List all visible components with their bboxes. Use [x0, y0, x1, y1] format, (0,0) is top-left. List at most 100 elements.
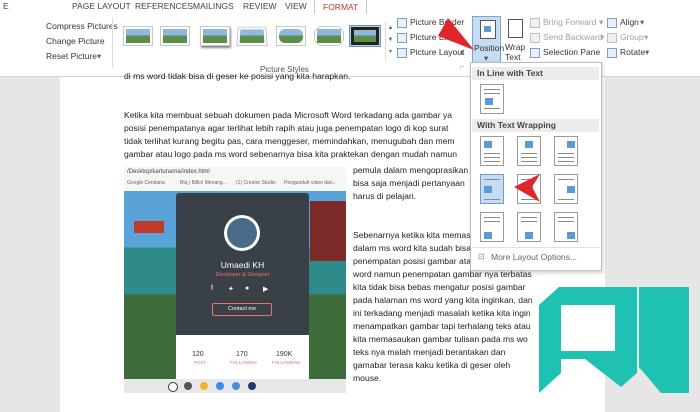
- doc-para1-right-2: bisa saja menjadi pertanyaan: [353, 178, 465, 188]
- align-dropdown-icon[interactable]: ▾: [640, 17, 644, 28]
- send-backward-dropdown-icon[interactable]: ▾: [600, 32, 604, 43]
- doc-para2-line-3: penempatan posisi gambar atau: [353, 256, 476, 266]
- taskview-icon: [184, 382, 192, 390]
- doc-para2-line-1: Sebenarnya ketika kita memasu: [353, 230, 476, 240]
- bring-forward-button[interactable]: Bring Forward: [543, 17, 596, 27]
- bring-forward-icon: [530, 18, 540, 28]
- group-dropdown-icon[interactable]: ▾: [644, 32, 648, 43]
- contact-button: Contact me: [212, 303, 272, 316]
- bookmark-3: (1) Creator Studio: [236, 180, 276, 186]
- compress-pictures-button[interactable]: Compress Pictures: [46, 21, 118, 31]
- doc-para2-line-7: ini terkadang menjadi masalah ketika kit…: [353, 308, 531, 318]
- picture-style-7[interactable]: [349, 25, 381, 47]
- wrapping-header: With Text Wrapping: [472, 119, 599, 132]
- position-middle-right[interactable]: [554, 174, 578, 204]
- wrap-text-label: Wrap Text: [505, 42, 526, 62]
- position-icon: [480, 20, 496, 39]
- stat-followers-label: FOLLOWERS: [272, 360, 301, 365]
- styles-scroll[interactable]: ▲ ▼ ▾: [385, 22, 395, 60]
- youtube-icon: ▶: [263, 286, 269, 293]
- position-bottom-left[interactable]: [480, 212, 504, 242]
- doc-para2-line-11: gamabar terasa kaku ketika di geser oleh: [353, 360, 511, 370]
- position-inline-option[interactable]: [480, 84, 504, 114]
- photoshop-icon: [248, 382, 256, 390]
- align-button[interactable]: Align: [620, 17, 639, 27]
- position-button[interactable]: Position ▾: [472, 16, 505, 64]
- contact-label: Contact me: [227, 306, 257, 312]
- profile-name: Umaedi KH: [220, 260, 265, 270]
- doc-para2-line-5: kita tidak bisa bebas mengatur posisi ga…: [353, 282, 526, 292]
- position-top-center[interactable]: [517, 136, 541, 166]
- position-top-left[interactable]: [480, 136, 504, 166]
- doc-para2-line-10: teks nya malah menjadi berantakan dan: [353, 347, 506, 357]
- chrome-icon: [216, 382, 224, 390]
- doc-para1-right-1: pemula dalam mengoprasikan: [353, 165, 469, 175]
- wrap-text-button[interactable]: Wrap Text: [503, 17, 527, 65]
- doc-para2-line-9: kita memasaukan gambar tulisan pada ms w…: [353, 334, 528, 344]
- stat-followers-value: 190K: [276, 351, 293, 358]
- bookmark-4: Pengunduh video dan...: [284, 180, 337, 186]
- change-picture-button[interactable]: Change Picture: [46, 36, 105, 46]
- doc-para2-line-6: pada halaman ms word yang kita inginkan,…: [353, 295, 533, 305]
- settings-icon: [232, 382, 240, 390]
- tab-mailings[interactable]: MAILINGS: [193, 1, 234, 11]
- send-backward-button[interactable]: Send Backward: [543, 32, 603, 42]
- bring-forward-dropdown-icon[interactable]: ▾: [599, 17, 603, 28]
- send-backward-icon: [530, 33, 540, 43]
- more-layout-options[interactable]: More Layout Options...: [491, 252, 577, 262]
- position-middle-left[interactable]: [480, 174, 504, 204]
- stat-following-label: FOLLOWING: [230, 360, 258, 365]
- picture-style-2[interactable]: [160, 26, 190, 46]
- picture-style-3[interactable]: [200, 26, 230, 46]
- rotate-button[interactable]: Rotate: [620, 47, 645, 57]
- search-icon: [168, 382, 178, 392]
- stat-posts-value: 120: [192, 351, 204, 358]
- tab-home[interactable]: E: [3, 1, 9, 11]
- pointer-arrow-option: [514, 174, 540, 202]
- stat-following-value: 170: [236, 351, 248, 358]
- tab-page-layout[interactable]: PAGE LAYOUT: [72, 1, 131, 11]
- doc-top-line: di ms word tidak bisa di geser ke posisi…: [124, 71, 351, 81]
- more-layout-icon: ⊡: [478, 252, 485, 261]
- picture-style-1[interactable]: [123, 26, 153, 46]
- github-icon: ●: [245, 285, 250, 292]
- embedded-picture[interactable]: /Desktop/kartunama/index.html Google Cen…: [124, 167, 346, 393]
- ribbon-divider: [112, 18, 113, 68]
- tab-format[interactable]: FORMAT: [314, 0, 368, 14]
- doc-para2-line-12: mouse.: [353, 373, 382, 383]
- position-label: Position: [474, 43, 505, 53]
- tab-references[interactable]: REFERENCES: [135, 1, 193, 11]
- position-dropdown: In Line with Text With Text Wrapping ⊡ M…: [470, 62, 602, 271]
- profile-role: Developer & Designer: [215, 272, 270, 278]
- roof-shape: [134, 221, 164, 233]
- group-button[interactable]: Group: [620, 32, 644, 42]
- picture-border-icon: [397, 18, 407, 28]
- avatar: [224, 215, 260, 251]
- picture-style-4[interactable]: [236, 26, 268, 47]
- dropdown-divider: [472, 247, 599, 248]
- doc-para1-line-2: posisi penempatanya agar terlihat lebih …: [124, 123, 449, 133]
- picture-effects-icon: [397, 33, 407, 43]
- browser-bar: /Desktop/kartunama/index.html Google Cen…: [124, 167, 346, 192]
- rotate-dropdown-icon[interactable]: ▾: [645, 47, 649, 58]
- reset-picture-button[interactable]: Reset Picture: [46, 51, 97, 61]
- folder-icon: [200, 382, 208, 390]
- doc-para1-line-4: gambar atau logo pada ms word sebenarnya…: [124, 149, 457, 159]
- rotate-icon: [607, 48, 617, 58]
- selection-pane-icon: [530, 48, 540, 58]
- doc-para2-line-2: dalam ms word kita sudah bisa: [353, 243, 471, 253]
- pointer-arrow-position: [438, 18, 474, 50]
- tab-view[interactable]: VIEW: [285, 1, 307, 11]
- position-bottom-center[interactable]: [517, 212, 541, 242]
- position-bottom-right[interactable]: [554, 212, 578, 242]
- picture-style-6[interactable]: [314, 26, 344, 46]
- doc-para1-line-3: tidak terlihat kurang begitu pas, cara m…: [124, 136, 455, 146]
- tab-review[interactable]: REVIEW: [243, 1, 277, 11]
- dialog-launcher-icon[interactable]: ⌐: [460, 64, 464, 71]
- group-icon: [607, 33, 617, 43]
- position-top-right[interactable]: [554, 136, 578, 166]
- bookmark-1: Google Cendana: [127, 180, 165, 186]
- picture-style-5[interactable]: [276, 26, 306, 46]
- reset-dropdown-icon[interactable]: ▾: [97, 51, 101, 62]
- selection-pane-button[interactable]: Selection Pane: [543, 47, 600, 57]
